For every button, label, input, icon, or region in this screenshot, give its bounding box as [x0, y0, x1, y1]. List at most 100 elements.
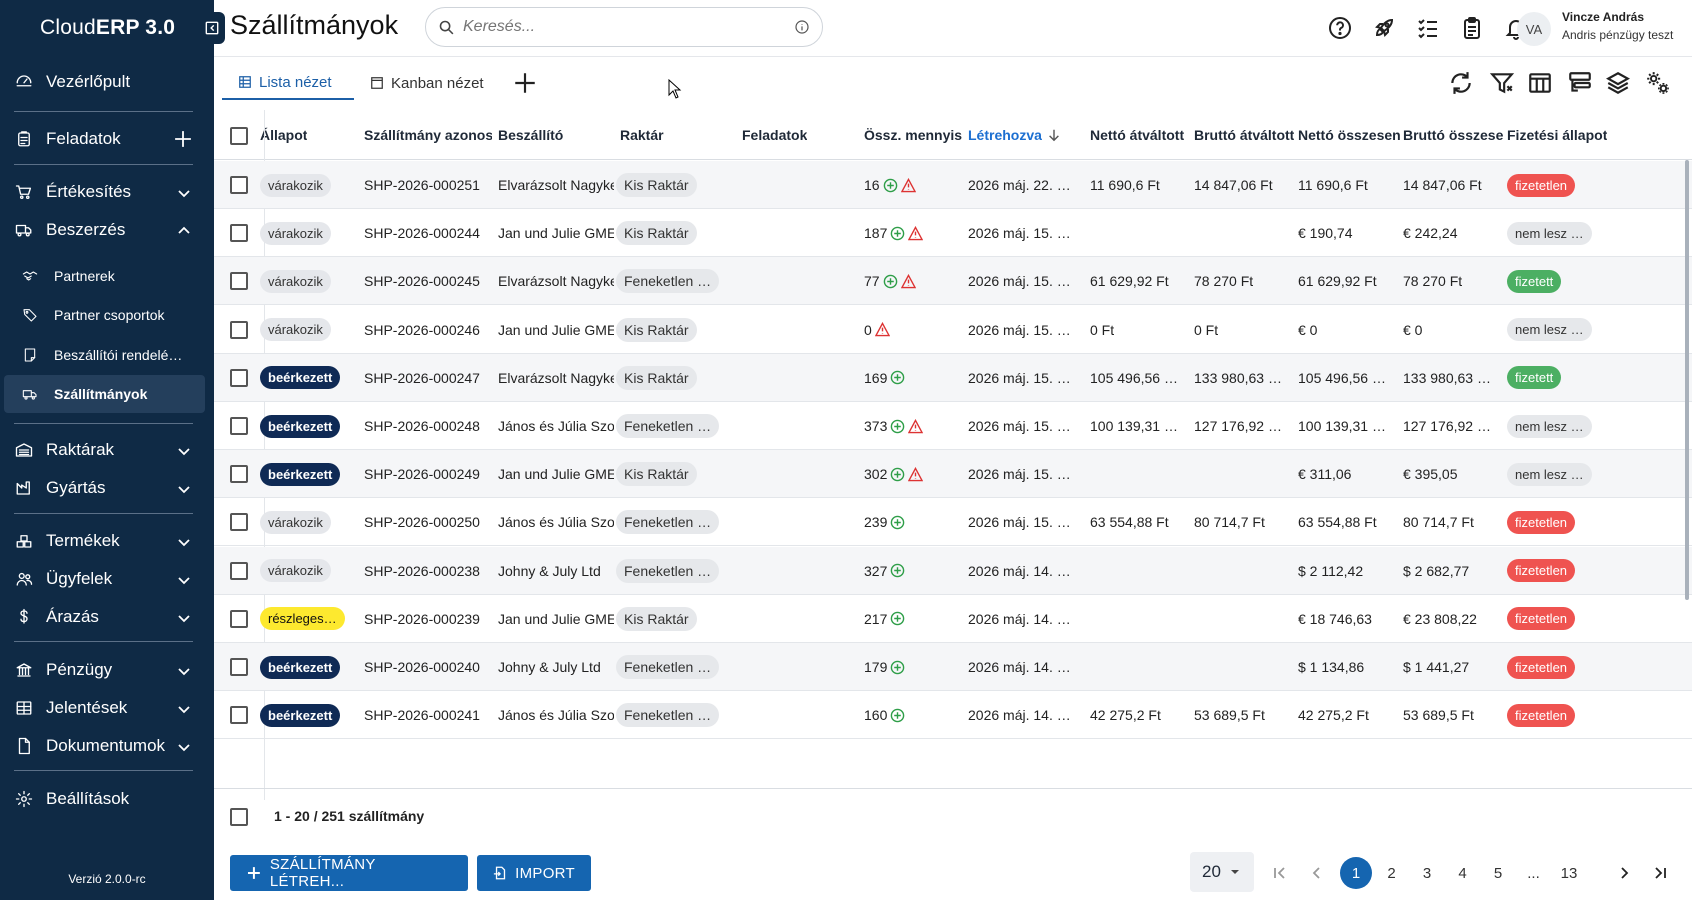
tab-list-view[interactable]: Lista nézet — [222, 66, 354, 100]
sidebar-subitem-2[interactable]: Beszállítói rendelé… — [4, 336, 205, 374]
sidebar-item-2[interactable]: Értékesítés — [0, 172, 214, 212]
table-row[interactable]: várakozik SHP-2026-000251 Elvarázsolt Nagy… — [214, 161, 1692, 209]
sidebar-item-6[interactable]: Termékek — [0, 521, 214, 561]
chevron-down-icon[interactable] — [176, 185, 192, 201]
first-page-button[interactable] — [1264, 857, 1296, 889]
add-task-icon[interactable] — [174, 130, 192, 148]
table-row[interactable]: várakozik SHP-2026-000245 Elvarázsolt Nagy… — [214, 257, 1692, 306]
row-checkbox[interactable] — [230, 320, 248, 339]
column-header-4[interactable]: Feladatok — [742, 127, 807, 143]
table-row[interactable]: beérkezett SHP-2026-000249 Jan und Julie G… — [214, 450, 1692, 499]
row-checkbox[interactable] — [230, 417, 248, 435]
tab-kanban-view[interactable]: Kanban nézet — [354, 66, 504, 100]
last-page-button[interactable] — [1644, 857, 1676, 889]
checklist-icon[interactable] — [1414, 14, 1442, 42]
row-checkbox[interactable] — [230, 658, 248, 676]
sidebar-item-1[interactable]: Feladatok — [0, 119, 214, 159]
columns-icon[interactable] — [1526, 69, 1554, 97]
help-icon[interactable] — [1326, 14, 1354, 42]
table-row[interactable]: várakozik SHP-2026-000250 János és Júlia S… — [214, 498, 1692, 547]
sidebar-item-10[interactable]: Jelentések — [0, 688, 214, 728]
sidebar-collapse-button[interactable] — [199, 12, 225, 44]
avatar[interactable]: VA — [1517, 12, 1551, 46]
row-checkbox[interactable] — [230, 513, 248, 532]
table-row[interactable]: beérkezett SHP-2026-000240 Johny & July Lt… — [214, 643, 1692, 691]
page-button[interactable]: 13 — [1553, 857, 1585, 889]
column-header-6[interactable]: Létrehozva — [968, 127, 1061, 143]
table-row[interactable]: várakozik SHP-2026-000238 Johny & July Ltd… — [214, 546, 1692, 595]
search-box[interactable] — [425, 7, 823, 47]
table-row[interactable]: beérkezett SHP-2026-000248 János és Júlia … — [214, 402, 1692, 450]
chevron-down-icon[interactable] — [176, 739, 192, 755]
column-header-9[interactable]: Nettó összesen — [1298, 127, 1400, 143]
page-button[interactable]: 2 — [1376, 857, 1408, 889]
chevron-down-icon[interactable] — [176, 663, 192, 679]
sidebar-subitem-0[interactable]: Partnerek — [4, 257, 205, 295]
sidebar-item-7[interactable]: Ügyfelek — [0, 559, 214, 599]
table-row[interactable]: beérkezett SHP-2026-000241 János és Júlia … — [214, 691, 1692, 740]
column-header-8[interactable]: Bruttó átváltott — [1194, 127, 1294, 143]
column-header-1[interactable]: Szállítmány azonos — [364, 127, 492, 143]
table-row[interactable]: várakozik SHP-2026-000246 Jan und Julie GM… — [214, 306, 1692, 354]
sidebar-item-9[interactable]: Pénzügy — [0, 650, 214, 690]
settings-gears-icon[interactable] — [1644, 69, 1672, 97]
row-checkbox[interactable] — [230, 465, 248, 484]
column-header-7[interactable]: Nettó átváltott — [1090, 127, 1184, 143]
row-checkbox[interactable] — [230, 368, 248, 387]
sidebar-item-3[interactable]: Beszerzés — [0, 210, 214, 250]
sidebar-subitem-1[interactable]: Partner csoportok — [4, 296, 205, 334]
column-header-10[interactable]: Bruttó összese — [1403, 127, 1503, 143]
chevron-down-icon[interactable] — [176, 701, 192, 717]
page-button[interactable]: 5 — [1482, 857, 1514, 889]
table-scrollbar[interactable] — [1685, 160, 1689, 600]
page-button[interactable]: 3 — [1411, 857, 1443, 889]
page-button[interactable]: 4 — [1447, 857, 1479, 889]
footer-checkbox[interactable] — [230, 808, 248, 826]
column-header-11[interactable]: Fizetési állapot — [1507, 127, 1607, 143]
column-header-3[interactable]: Raktár — [620, 127, 664, 143]
select-all-checkbox[interactable] — [230, 127, 248, 145]
column-header-5[interactable]: Össz. mennyis — [864, 127, 962, 143]
refresh-icon[interactable] — [1447, 69, 1475, 97]
column-header-0[interactable]: Állapot — [260, 127, 307, 143]
row-checkbox[interactable] — [230, 224, 248, 243]
info-icon[interactable] — [794, 19, 810, 35]
row-checkbox[interactable] — [230, 706, 248, 725]
row-checkbox[interactable] — [230, 272, 248, 291]
rocket-icon[interactable] — [1370, 14, 1398, 42]
chevron-down-icon[interactable] — [176, 534, 192, 550]
chevron-down-icon[interactable] — [176, 443, 192, 459]
chevron-down-icon[interactable] — [176, 481, 192, 497]
sidebar-item-0[interactable]: Vezérlőpult — [0, 62, 214, 102]
sidebar-item-12[interactable]: Beállítások — [0, 779, 214, 819]
layers-icon[interactable] — [1604, 69, 1632, 97]
table-row[interactable]: várakozik SHP-2026-000244 Jan und Julie GM… — [214, 209, 1692, 258]
row-checkbox[interactable] — [230, 609, 248, 628]
filter-icon[interactable] — [1488, 69, 1516, 97]
table-row[interactable]: részleges… SHP-2026-000239 Jan und Julie G… — [214, 595, 1692, 643]
group-icon[interactable] — [1566, 69, 1594, 97]
page-button[interactable]: ... — [1518, 857, 1550, 889]
search-input[interactable] — [463, 18, 794, 36]
page-size-select[interactable]: 20 — [1190, 852, 1254, 892]
sidebar-item-8[interactable]: Árazás — [0, 597, 214, 637]
import-button[interactable]: IMPORT — [477, 855, 591, 891]
sidebar-item-11[interactable]: Dokumentumok — [0, 726, 214, 766]
sidebar-item-5[interactable]: Gyártás — [0, 468, 214, 508]
row-checkbox[interactable] — [230, 176, 248, 194]
page-button[interactable]: 1 — [1340, 857, 1372, 889]
column-header-2[interactable]: Beszállító — [498, 127, 563, 143]
prev-page-button[interactable] — [1301, 857, 1333, 889]
sidebar-subitem-3[interactable]: Szállítmányok — [4, 375, 205, 413]
sidebar-item-4[interactable]: Raktárak — [0, 430, 214, 470]
clipboard-icon[interactable] — [1458, 14, 1486, 42]
table-row[interactable]: beérkezett SHP-2026-000247 Elvarázsolt Nag… — [214, 353, 1692, 402]
add-view-icon[interactable] — [512, 70, 538, 96]
app-logo[interactable]: Cloud ERP 3.0 — [0, 0, 214, 56]
row-checkbox[interactable] — [230, 561, 248, 580]
next-page-button[interactable] — [1608, 857, 1640, 889]
create-shipment-button[interactable]: SZÁLLÍTMÁNY LÉTREH... — [230, 855, 468, 891]
chevron-up-icon[interactable] — [176, 223, 192, 239]
chevron-down-icon[interactable] — [176, 572, 192, 588]
chevron-down-icon[interactable] — [176, 610, 192, 626]
